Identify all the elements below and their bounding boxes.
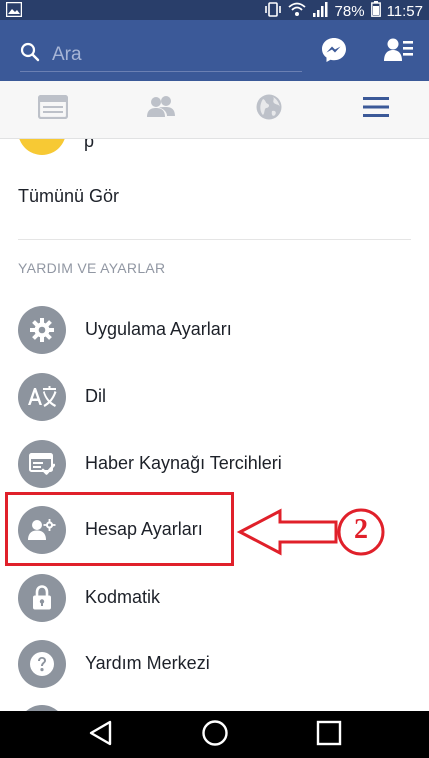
menu-item-label: Haber Kaynağı Tercihleri <box>85 453 282 473</box>
home-button[interactable] <box>200 719 230 752</box>
friend-requests-button[interactable] <box>383 36 415 68</box>
translate-icon <box>18 373 66 421</box>
news-feed-icon <box>37 94 69 124</box>
menu-item-label: Uygulama Ayarları <box>85 319 232 339</box>
home-icon <box>201 719 229 752</box>
menu-item-label: Kodmatik <box>85 587 161 607</box>
messenger-icon <box>320 36 348 69</box>
gear-icon <box>18 306 66 354</box>
android-nav-bar <box>0 711 429 758</box>
menu-item-code-generator[interactable]: Kodmatik <box>0 565 429 631</box>
top-header: Ara <box>0 20 429 81</box>
tab-news-feed[interactable] <box>37 93 69 125</box>
vibrate-icon <box>264 1 282 21</box>
friend-requests-icon <box>384 37 414 68</box>
globe-icon <box>255 93 283 126</box>
help-icon <box>18 640 66 688</box>
lock-icon <box>18 574 66 622</box>
recent-apps-icon <box>316 720 342 751</box>
battery-icon <box>370 1 381 21</box>
annotation-number: 2 <box>354 514 368 545</box>
menu-item-language[interactable]: Dil <box>0 364 429 430</box>
tab-bar <box>0 81 429 139</box>
highlight-box <box>5 492 234 566</box>
menu-item-help-center[interactable]: Yardım Merkezi <box>0 631 429 697</box>
see-all-link[interactable]: Tümünü Gör <box>18 186 119 207</box>
clock: 11:57 <box>386 2 423 20</box>
recent-apps-button[interactable] <box>314 720 344 750</box>
status-bar: 78% 11:57 <box>0 0 429 20</box>
news-feed-preferences-icon <box>18 440 66 488</box>
partial-item-icon <box>18 139 66 155</box>
gallery-notification-icon <box>5 1 23 22</box>
section-title: YARDIM VE AYARLAR <box>18 260 166 276</box>
back-icon <box>88 720 114 751</box>
wifi-icon <box>287 2 306 21</box>
menu-item-label: Yardım Merkezi <box>85 653 210 673</box>
messenger-button[interactable] <box>318 36 350 68</box>
divider <box>18 239 411 240</box>
search-placeholder: Ara <box>52 43 82 65</box>
settings-menu: p Tümünü Gör YARDIM VE AYARLAR Uygulama … <box>0 139 429 711</box>
search-icon <box>20 42 40 67</box>
annotation-arrow: 2 <box>236 507 390 562</box>
partial-item-label: p <box>84 139 95 151</box>
tab-more[interactable] <box>360 93 392 125</box>
back-button[interactable] <box>86 720 116 750</box>
menu-icon <box>362 96 390 123</box>
menu-item-app-settings[interactable]: Uygulama Ayarları <box>0 297 429 363</box>
friends-icon <box>146 95 176 124</box>
search-input[interactable]: Ara <box>20 38 302 72</box>
menu-item-news-feed-preferences[interactable]: Haber Kaynağı Tercihleri <box>0 431 429 497</box>
tab-friends[interactable] <box>145 93 177 125</box>
tab-notifications[interactable] <box>253 93 285 125</box>
battery-percent: 78% <box>334 2 365 20</box>
menu-item-label: Dil <box>85 386 106 406</box>
signal-icon <box>312 1 329 21</box>
